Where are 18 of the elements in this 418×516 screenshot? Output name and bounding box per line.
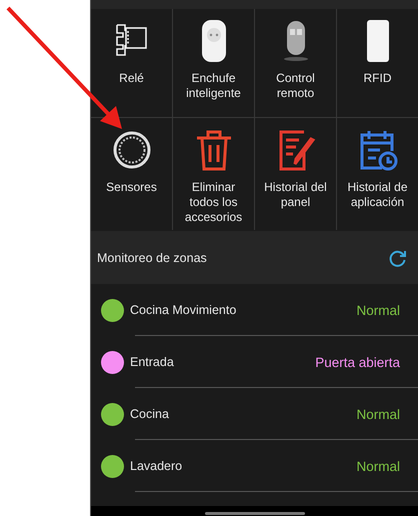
accessory-tile[interactable]: RFID	[337, 9, 418, 117]
zone-name: Cocina	[130, 407, 170, 421]
calendar-clock-icon	[358, 128, 398, 172]
accessory-tile[interactable]: Relé	[91, 9, 172, 117]
zone-status: Normal	[356, 406, 400, 422]
zone-name: Cocina Movimiento	[130, 303, 238, 317]
zone-name: Entrada	[130, 355, 175, 369]
accessory-tile[interactable]: Control remoto	[255, 9, 336, 117]
accessory-tile[interactable]: Historial de aplicación	[337, 118, 418, 230]
zone-status: Normal	[356, 302, 400, 318]
accessory-tile[interactable]: Enchufe inteligente	[173, 9, 254, 117]
accessory-tile[interactable]: Historial del panel	[255, 118, 336, 230]
zone-name: Lavadero	[130, 459, 184, 473]
section-title: Monitoreo de zonas	[97, 250, 207, 264]
zone-status: Normal	[356, 458, 400, 474]
accessory-tile[interactable]: Eliminar todos los accesorios	[173, 118, 254, 230]
zone-status: Puerta abierta	[315, 354, 400, 370]
accessory-tile[interactable]: Sensores	[91, 118, 172, 230]
